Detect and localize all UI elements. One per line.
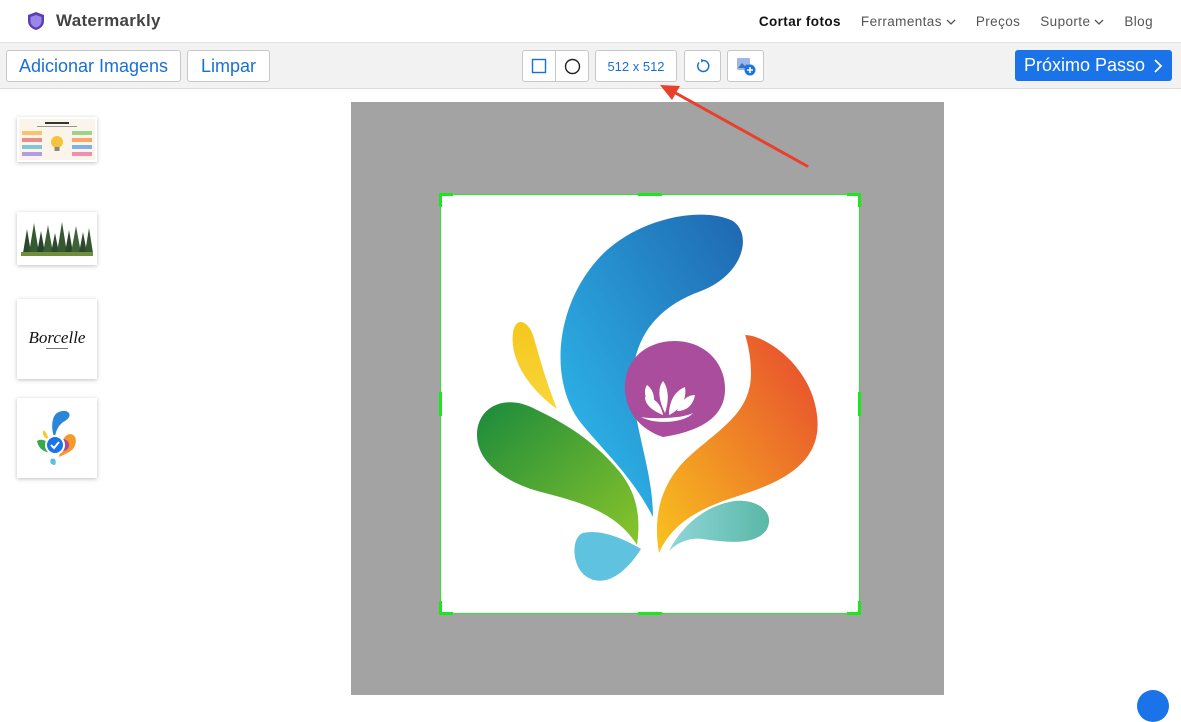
circle-crop-button[interactable] xyxy=(555,50,589,82)
crop-handle-bottom-right[interactable] xyxy=(858,601,861,615)
crop-handle-top-left[interactable] xyxy=(439,193,442,207)
rotate-button[interactable] xyxy=(684,50,721,82)
borcelle-logo-image: Borcelle xyxy=(29,328,86,349)
chevron-right-icon xyxy=(1154,58,1163,73)
crop-canvas[interactable] xyxy=(351,102,944,695)
next-step-label: Próximo Passo xyxy=(1023,55,1146,75)
toolbar: Adicionar Imagens Limpar 512 x 512 Próxi… xyxy=(0,43,1181,89)
chevron-down-icon xyxy=(1094,19,1104,25)
crop-handle-bottom[interactable] xyxy=(638,612,662,615)
forest-thumbnail[interactable] xyxy=(17,212,97,265)
red-arrow-annotation xyxy=(660,85,809,168)
infographic-thumbnail[interactable] xyxy=(17,117,97,162)
chevron-down-icon xyxy=(946,19,956,25)
nav-cortar-fotos[interactable]: Cortar fotos xyxy=(759,14,841,29)
rect-crop-button[interactable] xyxy=(522,50,556,82)
nav-label: Preços xyxy=(975,14,1021,29)
borcelle-thumbnail[interactable]: Borcelle xyxy=(17,299,97,379)
nav-precos[interactable]: Preços xyxy=(976,14,1020,29)
splash-logo-image xyxy=(37,410,76,465)
nav-links: Cortar fotos Ferramentas Preços Suporte … xyxy=(759,14,1153,29)
shield-logo-icon xyxy=(28,12,44,30)
crop-handle-right[interactable] xyxy=(858,392,861,416)
next-step-button[interactable]: Próximo Passo xyxy=(1015,50,1172,81)
svg-text:Borcelle: Borcelle xyxy=(29,328,86,347)
add-image-icon xyxy=(736,58,755,76)
infographic-image xyxy=(19,119,95,160)
add-image-tool-button[interactable] xyxy=(727,50,764,82)
nav-label: Cortar fotos xyxy=(758,14,841,29)
clear-button[interactable]: Limpar xyxy=(187,50,270,82)
add-images-button[interactable]: Adicionar Imagens xyxy=(6,50,181,82)
square-icon xyxy=(531,58,547,74)
splash-logo-thumbnail[interactable] xyxy=(17,398,97,478)
crop-handle-bottom-left[interactable] xyxy=(439,601,442,615)
forest-image xyxy=(19,218,95,259)
nav-suporte[interactable]: Suporte xyxy=(1040,14,1104,29)
nav-ferramentas[interactable]: Ferramentas xyxy=(861,14,956,29)
help-chat-button[interactable] xyxy=(1137,690,1169,722)
crop-handle-top-right[interactable] xyxy=(858,193,861,207)
brand[interactable]: Watermarkly xyxy=(26,11,161,31)
circle-icon xyxy=(564,58,580,74)
crop-handle-top[interactable] xyxy=(638,193,662,196)
crop-handle-left[interactable] xyxy=(439,392,442,416)
nav-blog[interactable]: Blog xyxy=(1124,14,1153,29)
nav-label: Blog xyxy=(1124,14,1153,29)
crop-selection[interactable] xyxy=(439,193,861,615)
top-nav: Watermarkly Cortar fotos Ferramentas Pre… xyxy=(0,0,1181,43)
crop-size-field[interactable]: 512 x 512 xyxy=(595,50,677,82)
brand-name: Watermarkly xyxy=(56,11,161,30)
splash-logo-preview xyxy=(477,214,818,581)
rotate-icon xyxy=(696,58,709,73)
nav-label: Ferramentas xyxy=(860,14,942,29)
nav-label: Suporte xyxy=(1040,14,1091,29)
